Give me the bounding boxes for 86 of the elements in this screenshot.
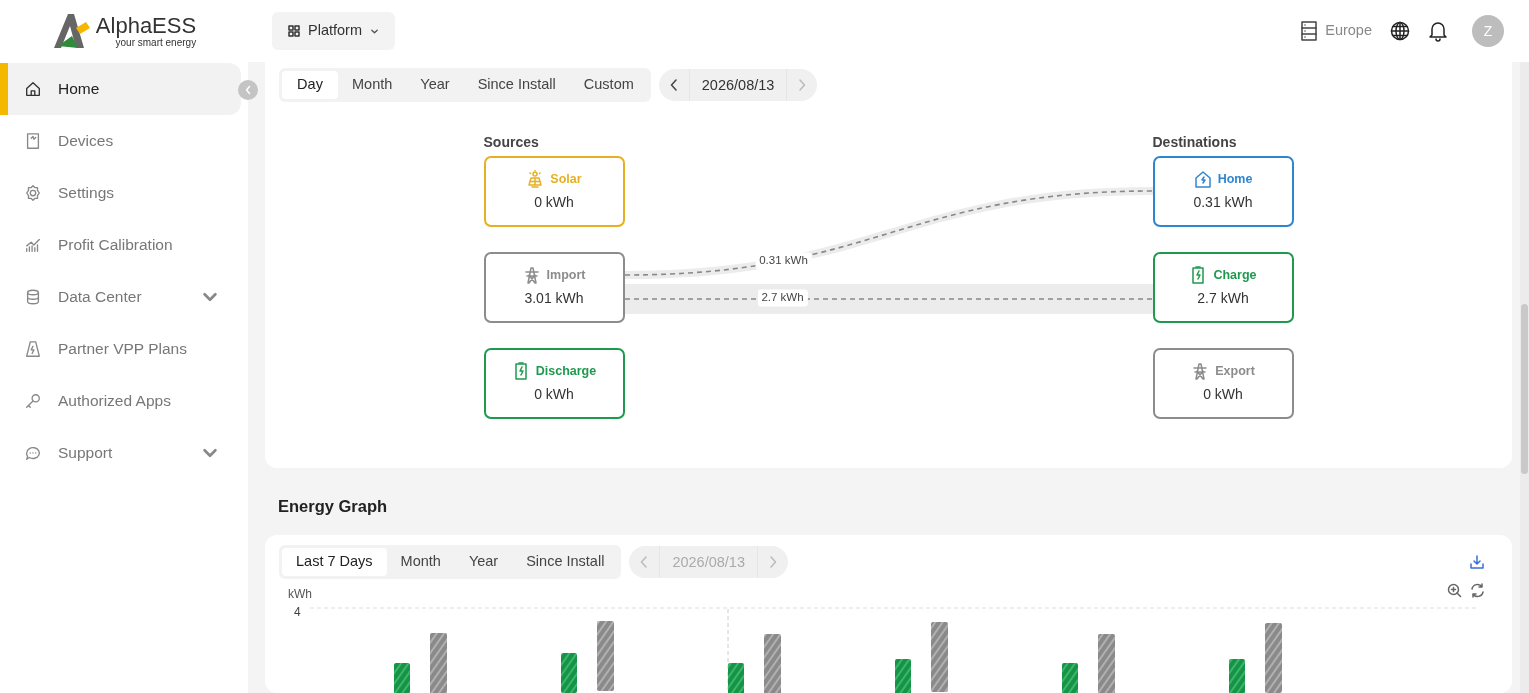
key-icon <box>24 392 42 410</box>
sidebar-item[interactable]: Profit Calibration <box>0 219 241 271</box>
chart-bar <box>394 663 410 693</box>
chart-bar <box>1098 634 1115 693</box>
node-value: 0 kWh <box>534 193 574 213</box>
sidebar-item[interactable]: Support <box>0 427 241 479</box>
chevron-right-icon <box>798 79 807 91</box>
period-tab[interactable]: Last 7 Days <box>282 548 387 576</box>
logo-text: AlphaESS <box>95 14 197 37</box>
node-value: 2.7 kWh <box>1197 289 1249 309</box>
axis-unit: kWh <box>288 586 312 603</box>
period-tab[interactable]: Year <box>406 71 464 99</box>
column-title: Sources <box>483 133 540 152</box>
period-tab[interactable]: Custom <box>569 71 648 99</box>
period-tab[interactable]: Month <box>338 71 407 99</box>
settings-icon <box>24 184 42 202</box>
date-picker[interactable]: 2026/08/13 <box>658 69 818 101</box>
zoom-in-icon <box>1447 583 1462 598</box>
node-value: 0 kWh <box>534 385 574 405</box>
home-icon <box>1193 170 1212 188</box>
platform-menu-button[interactable]: Platform <box>272 12 395 50</box>
sidebar-item[interactable]: Home <box>0 63 241 115</box>
node-label: Import <box>546 266 586 284</box>
globe-icon <box>1390 21 1410 41</box>
node-value: 3.01 kWh <box>524 289 584 309</box>
period-tab[interactable]: Since Install <box>512 548 619 576</box>
period-tab[interactable]: Year <box>454 548 513 576</box>
period-tab[interactable]: Day <box>282 71 338 99</box>
sidebar-item[interactable]: Devices <box>0 115 241 167</box>
solar-panel-icon <box>526 170 545 188</box>
zoom-button[interactable] <box>1447 583 1462 598</box>
chart-bar <box>895 659 911 693</box>
region-selector[interactable]: Europe <box>1301 20 1372 42</box>
notification-button[interactable] <box>1428 20 1448 42</box>
language-button[interactable] <box>1390 21 1410 41</box>
chart-bar <box>728 663 744 693</box>
logo-icon <box>51 12 92 50</box>
chevron-left-icon <box>640 556 649 568</box>
server-icon <box>1301 21 1318 41</box>
download-icon <box>1470 555 1484 569</box>
chart-bar <box>1265 623 1282 693</box>
node-label: Home <box>1217 170 1253 188</box>
chart-bar <box>764 634 781 693</box>
home-icon <box>24 80 42 98</box>
scrollbar[interactable] <box>1520 62 1529 693</box>
power-plant-icon <box>24 340 42 358</box>
download-button[interactable] <box>1470 555 1484 569</box>
period-tab[interactable]: Month <box>386 548 455 576</box>
section-title: Energy Graph <box>277 496 389 518</box>
node-value: 0.31 kWh <box>1193 193 1253 213</box>
chart-bar <box>931 622 948 692</box>
column-title: Destinations <box>1152 133 1238 152</box>
power-tower-icon <box>522 266 541 284</box>
period-tab[interactable]: Since Install <box>463 71 570 99</box>
reset-button[interactable] <box>1470 583 1485 598</box>
grid-icon <box>288 25 300 37</box>
bell-icon <box>1428 20 1448 42</box>
database-icon <box>24 288 42 306</box>
chart-bar <box>430 633 447 693</box>
node-value: 0 kWh <box>1203 385 1243 405</box>
sidebar-item[interactable]: Data Center <box>0 271 241 323</box>
sidebar-item[interactable]: Settings <box>0 167 241 219</box>
chevron-left-icon <box>669 79 678 91</box>
sidebar-item[interactable]: Authorized Apps <box>0 375 241 427</box>
node-label: Solar <box>550 170 582 188</box>
collapse-button[interactable] <box>238 80 258 100</box>
date-text: 2026/08/13 <box>659 546 758 578</box>
refresh-icon <box>1470 583 1485 598</box>
chart-bar <box>561 653 577 693</box>
sidebar-item[interactable]: Partner VPP Plans <box>0 323 241 375</box>
date-text: 2026/08/13 <box>688 69 788 101</box>
node-label: Export <box>1215 362 1255 380</box>
axis-tick-label: 4 <box>294 604 301 621</box>
chart-bar <box>1062 663 1078 693</box>
flow-label: 2.7 kWh <box>757 289 808 307</box>
chart-bar <box>597 621 614 691</box>
node-label: Charge <box>1213 266 1257 284</box>
chat-icon <box>24 444 42 462</box>
chevron-left-icon <box>244 85 252 95</box>
chevron-right-icon <box>768 556 777 568</box>
chart-icon <box>24 236 42 254</box>
node-label: Discharge <box>535 362 597 380</box>
power-tower-icon <box>1191 362 1210 380</box>
chart-bar <box>1229 659 1245 693</box>
device-icon <box>24 132 42 150</box>
flow-label: 0.31 kWh <box>755 252 812 270</box>
